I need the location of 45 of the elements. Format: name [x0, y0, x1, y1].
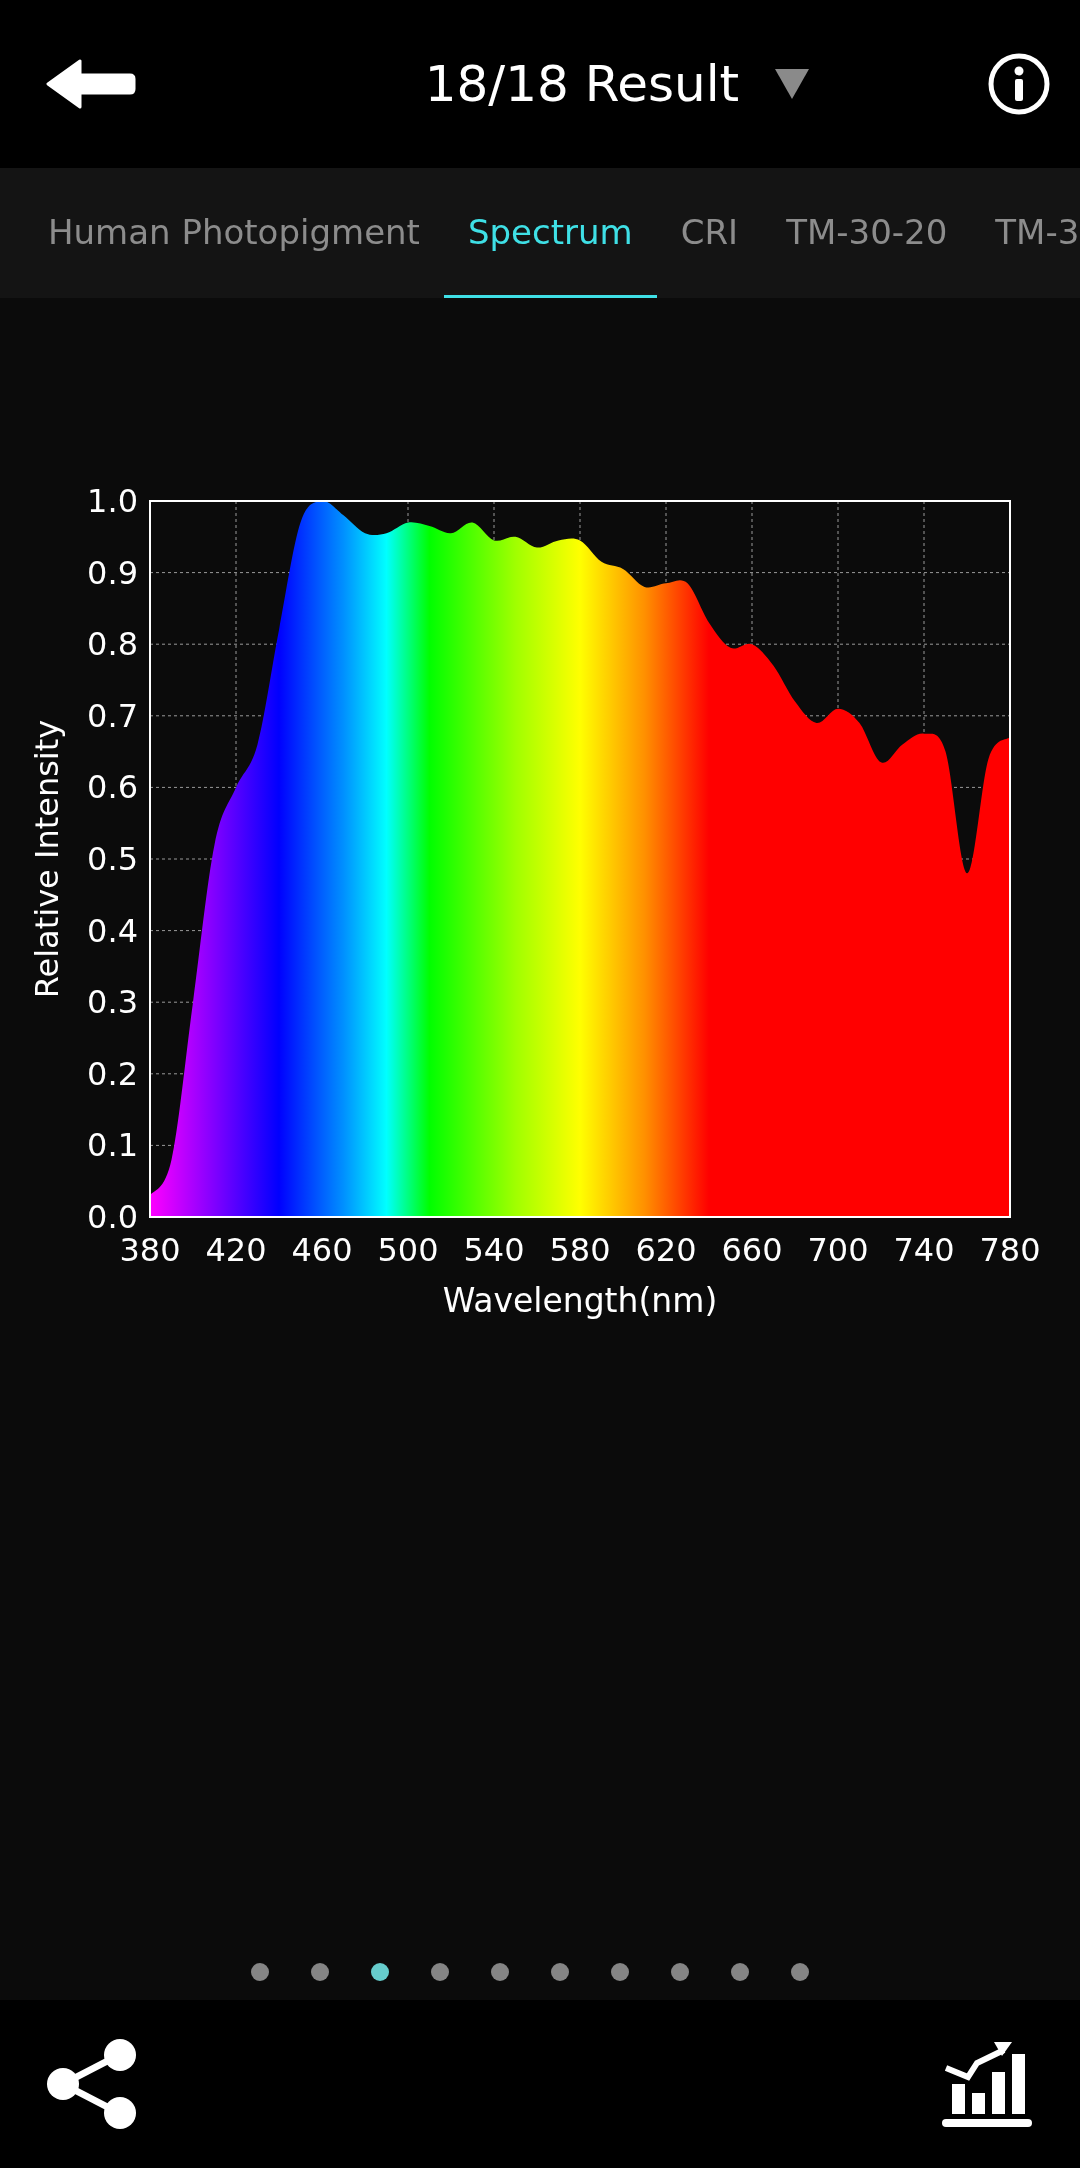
axis-tick-label: 700 [807, 1231, 869, 1269]
tab[interactable]: Human Photopigment [24, 168, 444, 298]
page-dot[interactable] [251, 1963, 269, 1981]
axis-tick-label: 620 [635, 1231, 697, 1269]
share-button[interactable] [46, 2038, 138, 2130]
page-dot[interactable] [551, 1963, 569, 1981]
share-icon [46, 2038, 138, 2130]
axis-tick-label: 660 [721, 1231, 783, 1269]
back-button[interactable] [46, 59, 136, 109]
axis-tick-label: 1.0 [87, 482, 138, 520]
result-selector[interactable]: 18/18 Result [424, 55, 810, 113]
page-dot[interactable] [671, 1963, 689, 1981]
axis-tick-label: 0.8 [87, 625, 138, 664]
axis-tick-label: 0.9 [87, 553, 138, 592]
dropdown-caret-icon [775, 69, 810, 99]
axis-tick-label: 780 [979, 1231, 1041, 1269]
axis-tick-label: 0.2 [87, 1054, 138, 1093]
info-button[interactable] [988, 53, 1050, 115]
y-axis-title: Relative Intensity [28, 719, 66, 999]
axis-tick-label: 0.6 [87, 768, 138, 807]
axis-tick-label: 0.3 [87, 983, 138, 1022]
axis-tick-label: 0.4 [87, 911, 138, 950]
axis-tick-label: 540 [463, 1231, 525, 1269]
axis-tick-label: 740 [893, 1231, 955, 1269]
page-dot[interactable] [431, 1963, 449, 1981]
axis-tick-label: 0.5 [87, 840, 138, 878]
axis-tick-label: 0.7 [87, 696, 138, 735]
tab[interactable]: TM-3 [971, 168, 1080, 298]
axis-tick-label: 420 [205, 1231, 267, 1269]
page-dot[interactable] [791, 1963, 809, 1981]
info-icon [988, 53, 1050, 115]
axis-tick-label: 500 [377, 1231, 439, 1269]
axis-tick-label: 580 [549, 1231, 611, 1269]
page-dot[interactable] [611, 1963, 629, 1981]
axis-tick-label: 0.1 [87, 1126, 138, 1165]
x-axis-title: Wavelength(nm) [442, 1281, 718, 1320]
page-dot[interactable] [311, 1963, 329, 1981]
page-dot[interactable] [371, 1963, 389, 1981]
back-arrow-icon [46, 59, 136, 109]
page-dot[interactable] [491, 1963, 509, 1981]
tab[interactable]: CRI [656, 168, 763, 298]
page-dot[interactable] [731, 1963, 749, 1981]
tab[interactable]: TM-30-20 [762, 168, 972, 298]
tab[interactable]: Spectrum [443, 168, 657, 298]
axis-tick-label: 460 [291, 1231, 353, 1269]
